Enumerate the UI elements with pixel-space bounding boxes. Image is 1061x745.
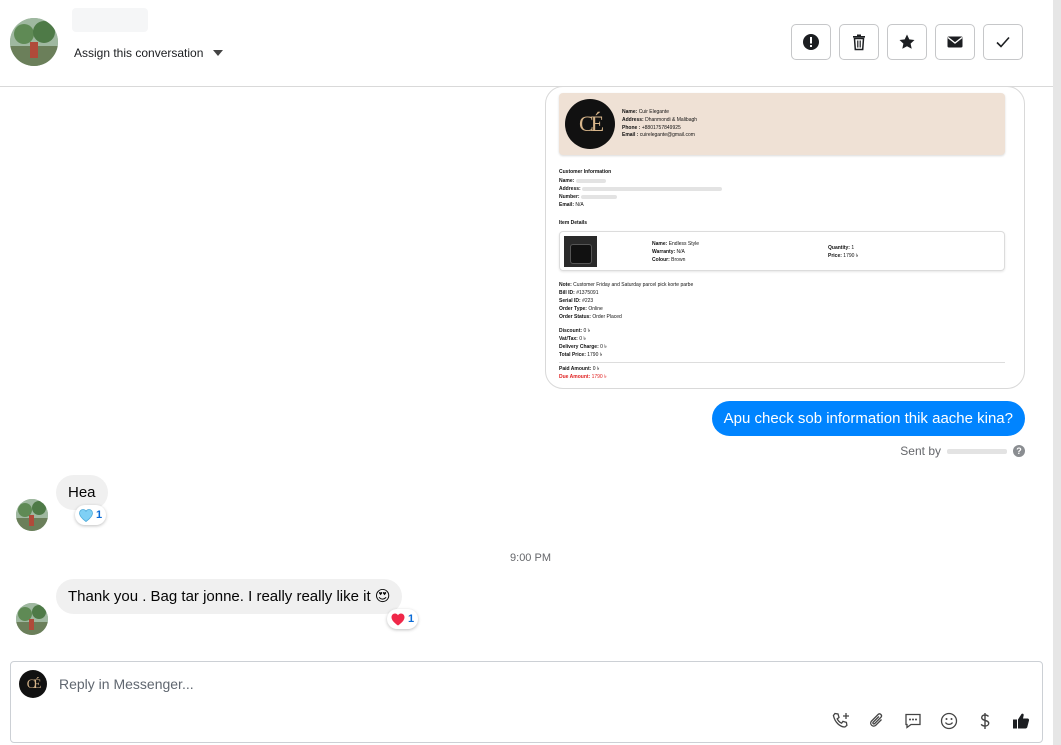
scrollbar[interactable] — [1053, 0, 1061, 745]
price-summary: Discount: 0 ৳ Vat/Tax: 0 ৳ Delivery Char… — [559, 328, 607, 358]
reply-input[interactable] — [59, 676, 959, 692]
delete-button[interactable] — [839, 24, 879, 60]
thumbs-up-icon — [1013, 713, 1030, 729]
composer-toolbar — [830, 710, 1032, 732]
caret-down-icon — [213, 50, 224, 56]
saved-replies-button[interactable] — [902, 710, 924, 732]
red-heart-icon — [391, 613, 405, 625]
conversation-header: Assign this conversation — [0, 0, 1053, 87]
incoming-message-thanks[interactable]: Thank you . Bag tar jonne. I really real… — [56, 579, 403, 614]
like-button[interactable] — [1010, 710, 1032, 732]
shop-logo: CÉ — [565, 99, 615, 149]
help-icon[interactable]: ? — [1013, 445, 1025, 457]
item-row: Name: Endless Style Warranty: N/A Colour… — [559, 231, 1005, 271]
contact-avatar-small[interactable] — [16, 499, 48, 531]
reaction-count: 1 — [408, 613, 415, 625]
page-avatar: CÉ — [19, 670, 47, 698]
attach-button[interactable] — [866, 710, 888, 732]
assign-conversation-dropdown[interactable]: Assign this conversation — [74, 46, 224, 60]
star-icon — [899, 34, 915, 49]
order-info: Note: Customer Friday and Saturday parce… — [559, 282, 694, 320]
contact-avatar-small[interactable] — [16, 603, 48, 635]
mark-done-button[interactable] — [983, 24, 1023, 60]
reaction-count: 1 — [96, 509, 103, 521]
chat-bubble-icon — [905, 713, 921, 729]
sent-by-line: Sent by ? — [900, 444, 1025, 458]
sender-name-redacted — [947, 448, 1007, 454]
heart-eyes-emoji: 😍 — [374, 588, 391, 605]
envelope-icon — [947, 36, 963, 48]
payment-summary: Paid Amount: 0 ৳ Due Amount: 1790 ৳ — [559, 366, 607, 380]
dollar-icon — [980, 713, 990, 729]
item-section-title: Item Details — [559, 220, 588, 226]
invoice-divider — [559, 362, 1005, 363]
emoji-button[interactable] — [938, 710, 960, 732]
smiley-icon — [940, 712, 958, 730]
contact-name-redacted — [72, 8, 148, 32]
contact-avatar[interactable] — [10, 18, 58, 66]
product-thumbnail — [564, 236, 597, 267]
alert-icon — [803, 34, 819, 50]
reply-composer: CÉ — [10, 661, 1043, 743]
assign-label: Assign this conversation — [74, 46, 204, 60]
outgoing-message[interactable]: Apu check sob information thik aache kin… — [711, 401, 1025, 436]
item-qty-price: Quantity: 1 Price: 1790 ৳ — [828, 245, 859, 259]
messenger-conversation: Assign this conversation CÉ Name: Cuir E… — [0, 0, 1061, 745]
customer-section-title: Customer Information — [559, 169, 612, 175]
invoice-image-attachment[interactable]: CÉ Name: Cuir Elegante Address: Dhanmond… — [545, 86, 1025, 389]
sent-by-label: Sent by — [900, 444, 941, 458]
blue-heart-icon — [79, 508, 93, 522]
shop-details: Name: Cuir Elegante Address: Dhanmondi &… — [622, 109, 698, 139]
paperclip-icon — [870, 713, 883, 727]
report-spam-button[interactable] — [791, 24, 831, 60]
item-details: Name: Endless Style Warranty: N/A Colour… — [652, 241, 699, 263]
call-button[interactable] — [830, 710, 852, 732]
header-actions — [791, 24, 1023, 60]
timestamp-divider: 9:00 PM — [510, 552, 551, 564]
reaction-badge-heart-red[interactable]: 1 — [387, 609, 419, 629]
reaction-badge-heart-blue[interactable]: 1 — [75, 505, 107, 525]
checkmark-icon — [996, 36, 1010, 48]
invoice-header: CÉ Name: Cuir Elegante Address: Dhanmond… — [559, 93, 1005, 155]
star-button[interactable] — [887, 24, 927, 60]
mark-unread-button[interactable] — [935, 24, 975, 60]
trash-icon — [853, 34, 865, 51]
customer-details: Name: Address: Number: Email: N/A — [559, 177, 723, 209]
message-text: Thank you . Bag tar jonne. I really real… — [68, 588, 371, 605]
payment-button[interactable] — [974, 710, 996, 732]
phone-plus-icon — [832, 712, 849, 728]
